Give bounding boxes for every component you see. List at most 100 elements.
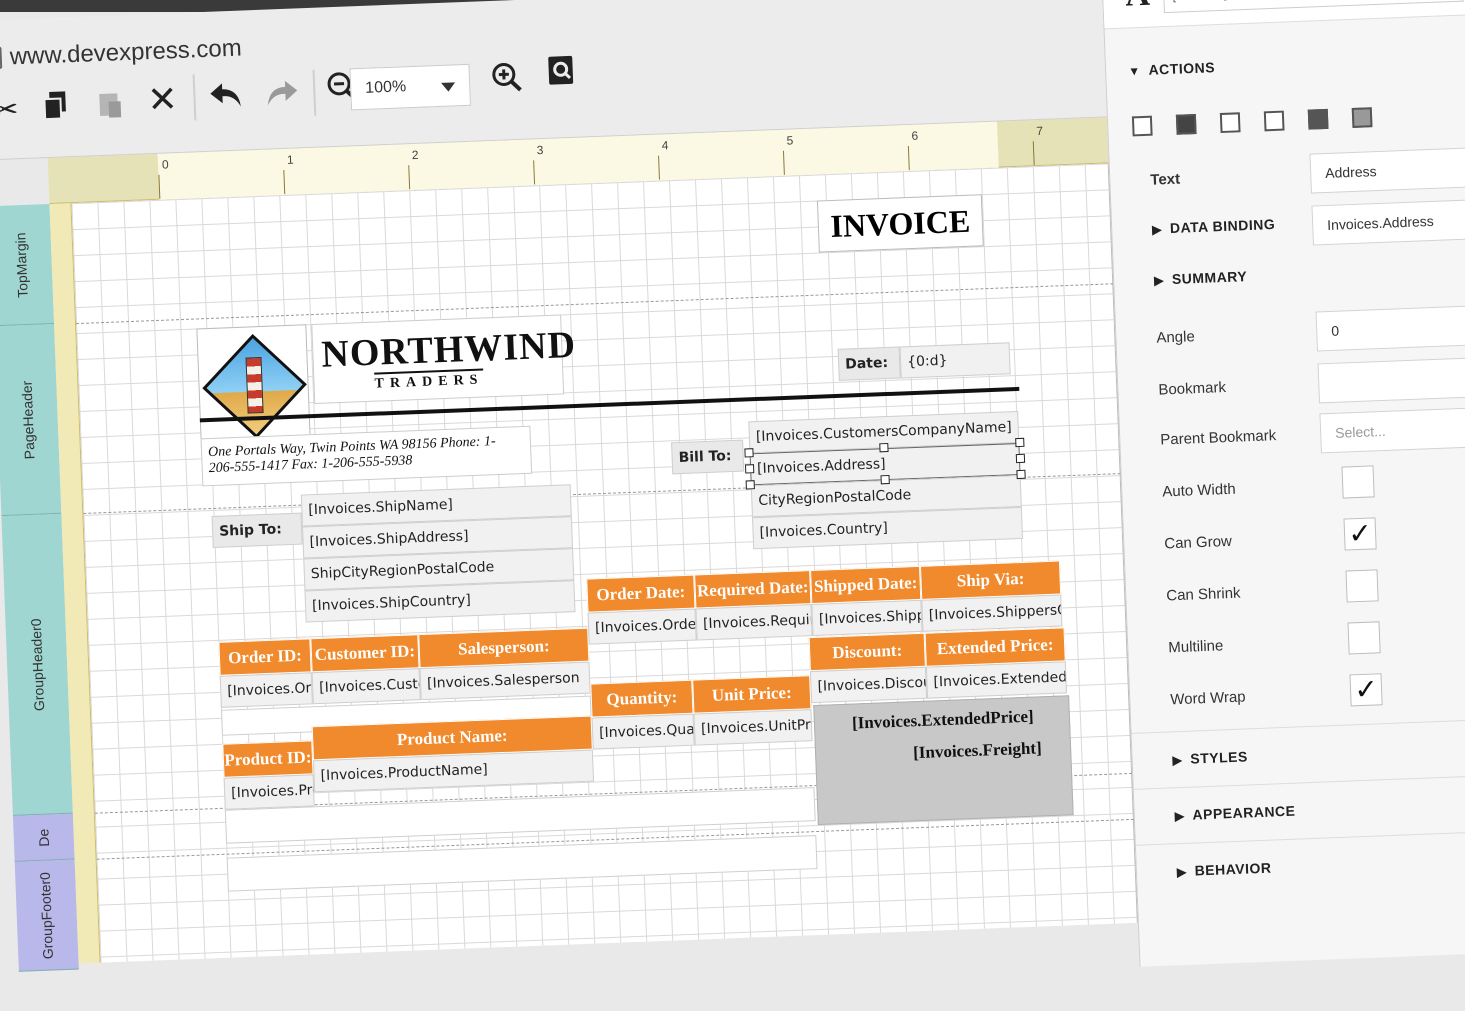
- footer-row[interactable]: [227, 835, 818, 892]
- angle-input[interactable]: 0: [1316, 304, 1465, 352]
- company-name-label[interactable]: NORTHWIND TRADERS: [311, 314, 564, 404]
- order-id-field[interactable]: [Invoices.Ord: [220, 672, 313, 708]
- parent-bookmark-select[interactable]: Select...: [1319, 406, 1465, 454]
- behavior-section[interactable]: ▶BEHAVIOR: [1177, 860, 1272, 880]
- multiline-checkbox[interactable]: [1347, 621, 1380, 654]
- quantity-header[interactable]: Quantity:: [590, 680, 693, 718]
- page-icon: [0, 47, 2, 70]
- align-to-grid-icon[interactable]: [1132, 116, 1153, 137]
- extended-price-field[interactable]: [Invoices.ExtendedPric: [926, 661, 1067, 698]
- word-wrap-checkbox[interactable]: ✓: [1349, 673, 1382, 706]
- customer-id-header[interactable]: Customer ID:: [310, 634, 419, 672]
- band-top-margin[interactable]: TopMargin: [0, 204, 54, 326]
- resize-handle[interactable]: [745, 464, 754, 473]
- required-date-header[interactable]: Required Date:: [694, 570, 811, 608]
- ruler-number: 5: [786, 133, 793, 147]
- date-label[interactable]: Date:: [838, 346, 901, 380]
- angle-label: Angle: [1156, 328, 1195, 346]
- discount-header[interactable]: Discount:: [809, 633, 926, 671]
- send-to-back-icon[interactable]: [1352, 107, 1373, 128]
- copy-icon[interactable]: [35, 83, 77, 129]
- resize-handle[interactable]: [1016, 470, 1025, 479]
- bill-to-label[interactable]: Bill To:: [671, 440, 744, 475]
- zoom-value: 100%: [365, 78, 407, 98]
- band-detail[interactable]: De: [13, 814, 75, 862]
- data-binding-section[interactable]: ▶DATA BINDING: [1152, 216, 1276, 237]
- ship-to-label[interactable]: Ship To:: [212, 513, 303, 548]
- resize-handle[interactable]: [744, 448, 753, 457]
- product-id-header[interactable]: Product ID:: [222, 740, 313, 777]
- center-horizontally-icon[interactable]: [1220, 112, 1241, 133]
- summary-section[interactable]: ▶SUMMARY: [1154, 268, 1248, 288]
- preview-icon[interactable]: [539, 47, 585, 93]
- design-surface[interactable]: INVOICE NORTHWIND TRADERS Date: {0:d} On…: [71, 163, 1137, 962]
- delete-icon[interactable]: ✕: [140, 77, 186, 123]
- extended-price-header[interactable]: Extended Price:: [925, 627, 1066, 666]
- appearance-section[interactable]: ▶APPEARANCE: [1174, 803, 1295, 824]
- lighthouse-icon: [245, 357, 263, 414]
- ruler-number: 2: [412, 148, 419, 162]
- bookmark-input[interactable]: [1318, 356, 1465, 404]
- invoice-title[interactable]: INVOICE: [817, 194, 984, 252]
- bring-to-front-icon[interactable]: [1308, 109, 1329, 130]
- redo-icon[interactable]: [260, 70, 306, 116]
- discount-field[interactable]: [Invoices.Discour: [810, 667, 927, 703]
- auto-width-checkbox[interactable]: [1341, 465, 1374, 498]
- ruler-number: 6: [911, 129, 918, 143]
- order-id-header[interactable]: Order ID:: [218, 638, 311, 676]
- resize-handle[interactable]: [879, 443, 888, 452]
- customer-id-field[interactable]: [Invoices.Custo: [312, 668, 421, 704]
- resize-handle[interactable]: [880, 475, 889, 484]
- text-input[interactable]: Address: [1309, 146, 1465, 194]
- salesperson-field[interactable]: [Invoices.Salesperson: [420, 662, 591, 701]
- unit-price-field[interactable]: [Invoices.UnitPric: [693, 709, 812, 746]
- ruler-number: 3: [536, 143, 543, 157]
- address-bar[interactable]: www.devexpress.com: [0, 27, 284, 78]
- data-binding-input[interactable]: Invoices.Address: [1311, 198, 1465, 246]
- text-label: Text: [1150, 171, 1180, 189]
- required-date-field[interactable]: [Invoices.Require: [695, 604, 812, 640]
- bookmark-label: Bookmark: [1158, 379, 1226, 399]
- parent-bookmark-label: Parent Bookmark: [1160, 427, 1276, 448]
- selected-control-bar: A [Address]: [1102, 0, 1465, 29]
- can-grow-checkbox[interactable]: ✓: [1343, 517, 1376, 550]
- can-shrink-label: Can Shrink: [1166, 585, 1241, 605]
- shipped-date-field[interactable]: [Invoices.Shippe: [811, 600, 922, 636]
- order-date-header[interactable]: Order Date:: [586, 575, 695, 613]
- company-logo[interactable]: [196, 324, 311, 448]
- url-text: www.devexpress.com: [9, 35, 242, 72]
- band-group-footer[interactable]: GroupFooter0: [15, 860, 79, 972]
- undo-icon[interactable]: [203, 72, 249, 118]
- ruler-number: 1: [287, 153, 294, 167]
- unit-price-header[interactable]: Unit Price:: [692, 675, 811, 714]
- selected-control-name[interactable]: [Address]: [1163, 0, 1464, 13]
- product-id-field[interactable]: [Invoices.Pro: [224, 774, 315, 809]
- band-page-header[interactable]: PageHeader: [0, 324, 61, 516]
- company-name: NORTHWIND: [321, 323, 577, 377]
- ship-via-field[interactable]: [Invoices.ShippersCor: [921, 594, 1062, 631]
- date-value[interactable]: {0:d}: [900, 342, 1011, 378]
- resize-handle[interactable]: [1016, 454, 1025, 463]
- styles-section[interactable]: ▶STYLES: [1172, 748, 1248, 767]
- report-designer: www.devexpress.com ✂ ✕ 100%: [0, 0, 1465, 947]
- ruler-number: 0: [162, 157, 169, 171]
- paste-icon[interactable]: [90, 81, 132, 127]
- ruler-number: 4: [661, 138, 668, 152]
- center-vertically-icon[interactable]: [1264, 111, 1285, 132]
- shipped-date-header[interactable]: Shipped Date:: [810, 566, 921, 604]
- quantity-field[interactable]: [Invoices.Quantit: [592, 714, 695, 750]
- company-subtitle: TRADERS: [374, 369, 484, 393]
- zoom-select[interactable]: 100%: [349, 64, 471, 111]
- size-to-grid-icon[interactable]: [1176, 114, 1197, 135]
- properties-panel: A [Address] ▼ACTIONS Text Address ▶DATA …: [1101, 0, 1465, 967]
- actions-section[interactable]: ▼ACTIONS: [1128, 59, 1215, 78]
- ruler-number: 7: [1036, 124, 1043, 138]
- chevron-down-icon: [441, 82, 455, 92]
- zoom-in-icon[interactable]: [484, 55, 530, 101]
- cut-icon[interactable]: ✂: [0, 89, 27, 131]
- order-date-field[interactable]: [Invoices.OrderD: [588, 609, 697, 645]
- can-shrink-checkbox[interactable]: [1345, 569, 1378, 602]
- resize-handle[interactable]: [746, 480, 755, 489]
- ship-via-header[interactable]: Ship Via:: [920, 561, 1061, 600]
- resize-handle[interactable]: [1015, 438, 1024, 447]
